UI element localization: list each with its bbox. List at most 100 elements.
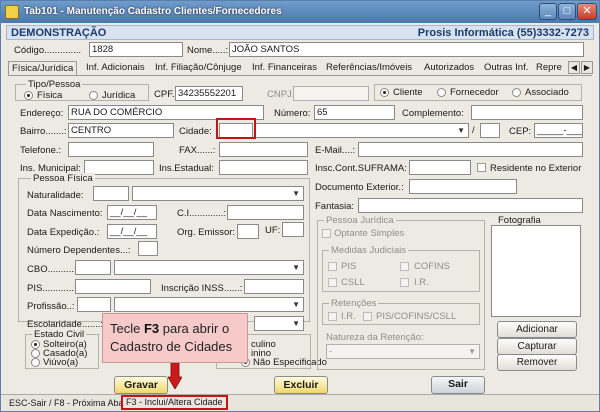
tab-scroll-left-icon[interactable]: ◀ — [568, 61, 580, 74]
cbo-label: CBO..........: — [27, 264, 77, 275]
profissao-label: Profissão..: — [27, 301, 75, 312]
cliente-radio[interactable] — [380, 88, 389, 97]
residente-checkbox[interactable] — [477, 163, 486, 172]
tab-autorizados[interactable]: Autorizados — [424, 61, 474, 75]
complemento-label: Complemento: — [402, 108, 464, 119]
ci-input[interactable] — [227, 205, 304, 220]
pessoa-fisica-title: Pessoa Física — [31, 173, 95, 184]
retencoes-piscofins-checkbox[interactable] — [363, 312, 372, 321]
remover-button[interactable]: Remover — [497, 354, 577, 371]
optante-checkbox[interactable] — [322, 229, 331, 238]
juridica-radio[interactable] — [89, 91, 98, 100]
status-bar: ESC-Sair / F8 - Próxima Aba F3 - Inclui/… — [1, 394, 599, 411]
medidas-ir-label: I.R. — [414, 277, 429, 288]
photo-box — [491, 225, 581, 317]
tab-inf-filiacao[interactable]: Inf. Filiação/Cônjuge — [155, 61, 242, 75]
cpf-label: CPF.: — [154, 89, 178, 100]
complemento-input[interactable] — [471, 105, 583, 120]
bairro-label: Bairro.......: — [20, 126, 67, 137]
uf-input[interactable] — [480, 123, 500, 138]
email-input[interactable] — [358, 142, 583, 157]
retencoes-ir-checkbox[interactable] — [328, 312, 337, 321]
escolaridade-select[interactable]: ▼ — [254, 316, 304, 331]
inss-input[interactable] — [244, 279, 304, 294]
tab-referencias[interactable]: Referências/Imóveis — [326, 61, 412, 75]
viuvo-label: Viúvo(a) — [43, 357, 79, 368]
main-window: Tab101 - Manutenção Cadastro Clientes/Fo… — [0, 0, 600, 412]
associado-label: Associado — [525, 87, 569, 98]
profissao-select[interactable]: ▼ — [114, 297, 304, 312]
tab-inf-financeiras[interactable]: Inf. Financeiras — [252, 61, 317, 75]
adicionar-button[interactable]: Adicionar — [497, 321, 577, 338]
app-icon — [5, 5, 19, 19]
cnpj-input[interactable] — [293, 86, 369, 101]
documento-exterior-input[interactable] — [409, 179, 517, 194]
fantasia-input[interactable] — [358, 198, 583, 213]
fornecedor-radio[interactable] — [437, 88, 446, 97]
tab-outras-inf[interactable]: Outras Inf. — [484, 61, 528, 75]
casado-radio[interactable] — [31, 349, 40, 358]
tab-fisica-juridica[interactable]: Física/Jurídica — [8, 61, 78, 76]
medidas-csll-checkbox[interactable] — [328, 278, 337, 287]
naturalidade-select[interactable]: ▼ — [132, 186, 304, 201]
cbo-select[interactable]: ▼ — [114, 260, 304, 275]
tab-scroll-right-icon[interactable]: ▶ — [581, 61, 593, 74]
retencoes-title: Retenções — [329, 298, 379, 309]
excluir-button[interactable]: Excluir — [274, 376, 328, 394]
header-company: DEMONSTRAÇÃO — [11, 27, 107, 39]
cidade-slash: / — [472, 125, 475, 136]
nome-input[interactable]: JOÃO SANTOS — [229, 42, 584, 57]
close-button[interactable]: ✕ — [577, 3, 597, 20]
cep-label: CEP: — [509, 126, 532, 137]
cpf-input[interactable]: 34235552201 — [175, 86, 243, 101]
natureza-select[interactable]: - ▼ — [326, 344, 480, 359]
medidas-ir-checkbox[interactable] — [400, 278, 409, 287]
capturar-button[interactable]: Capturar — [497, 338, 577, 355]
cidade-label: Cidade: — [179, 126, 212, 137]
endereco-label: Endereço: — [20, 108, 64, 119]
tab-divider — [8, 75, 592, 76]
tab-inf-adicionais[interactable]: Inf. Adicionais — [86, 61, 145, 75]
cidade-select[interactable]: ▼ — [255, 123, 469, 138]
suframa-input[interactable] — [409, 160, 471, 175]
pis-input[interactable] — [75, 279, 151, 294]
viuvo-radio[interactable] — [31, 358, 40, 367]
maximize-button[interactable]: □ — [558, 3, 576, 20]
medidas-pis-checkbox[interactable] — [328, 262, 337, 271]
cep-input[interactable]: _____-___ — [534, 123, 583, 138]
expedicao-input[interactable]: __/__/__ — [107, 224, 157, 239]
nome-label: Nome.....: — [187, 45, 229, 56]
tab-bar: Física/Jurídica Inf. Adicionais Inf. Fil… — [8, 61, 594, 76]
codigo-input[interactable]: 1828 — [89, 42, 183, 57]
gravar-button[interactable]: Gravar — [114, 376, 168, 394]
naturalidade-code-input[interactable] — [93, 186, 129, 201]
medidas-cofins-checkbox[interactable] — [400, 262, 409, 271]
bairro-input[interactable]: CENTRO — [68, 123, 174, 138]
fax-input[interactable] — [219, 142, 308, 157]
tab-representantes[interactable]: Repre — [536, 61, 564, 75]
solteiro-radio[interactable] — [31, 340, 40, 349]
dependentes-input[interactable] — [138, 241, 158, 256]
orgao-input[interactable] — [237, 224, 259, 239]
uf-pf-input[interactable] — [282, 222, 304, 237]
retencoes-ir-label: I.R. — [341, 311, 356, 322]
sair-button[interactable]: Sair — [431, 376, 485, 394]
numero-input[interactable]: 65 — [314, 105, 395, 120]
pis-label: PIS............: — [27, 283, 77, 294]
cbo-code-input[interactable] — [75, 260, 111, 275]
fisica-radio[interactable] — [24, 91, 33, 100]
medidas-title: Medidas Judiciais — [329, 245, 408, 256]
profissao-code-input[interactable] — [77, 297, 111, 312]
telefone-input[interactable] — [68, 142, 154, 157]
fantasia-label: Fantasia: — [315, 201, 355, 212]
ins-estadual-input[interactable] — [219, 160, 308, 175]
dependentes-label: Número Dependentes...: — [27, 245, 131, 256]
status-shortcuts: ESC-Sair / F8 - Próxima Aba — [9, 398, 124, 408]
associado-radio[interactable] — [512, 88, 521, 97]
minimize-button[interactable]: _ — [539, 3, 557, 20]
arrow-down-icon — [168, 363, 182, 389]
natureza-value: - — [329, 346, 333, 357]
fax-label: FAX......: — [179, 145, 216, 156]
ins-estadual-label: Ins.Estadual: — [159, 163, 214, 174]
nascimento-input[interactable]: __/__/__ — [107, 205, 157, 220]
